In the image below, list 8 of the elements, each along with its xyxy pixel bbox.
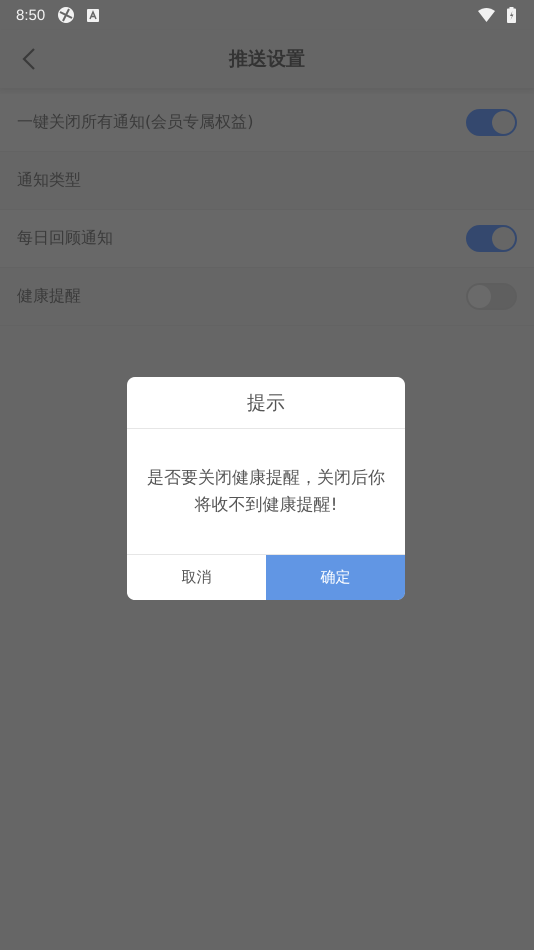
battery-icon <box>507 7 516 23</box>
wifi-icon <box>478 8 495 22</box>
chevron-left-icon <box>22 47 36 71</box>
keyboard-a-icon <box>87 8 100 22</box>
dialog-title: 提示 <box>127 377 405 429</box>
toggle-switch[interactable] <box>466 109 517 136</box>
status-time: 8:50 <box>16 6 46 24</box>
toggle-switch[interactable] <box>466 225 517 252</box>
